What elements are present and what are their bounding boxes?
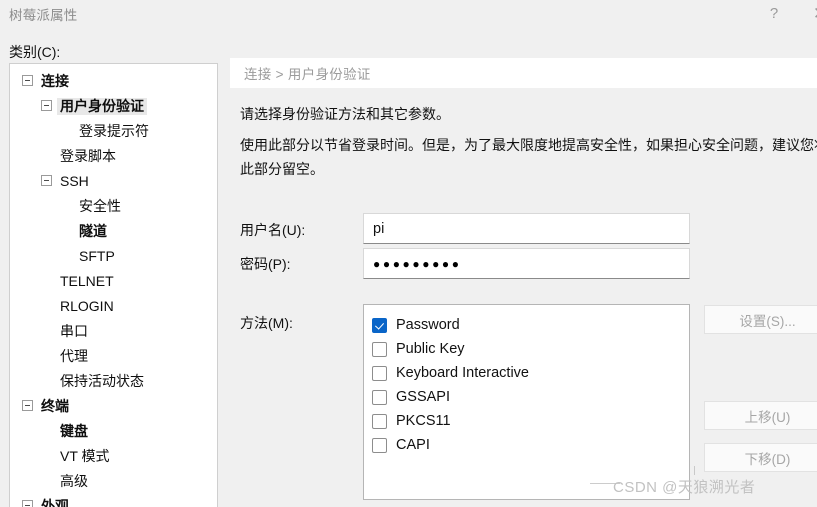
- tree-item-label: 连接: [41, 73, 69, 89]
- help-icon[interactable]: ?: [751, 0, 797, 26]
- category-tree-panel[interactable]: 连接用户身份验证登录提示符登录脚本 SSH 安全性隧道 SFTP TELNET RLOGI…: [9, 63, 218, 507]
- tree-item-label: 键盘: [60, 423, 88, 439]
- tree-item-5[interactable]: 安全性: [10, 194, 217, 219]
- tree-item-3[interactable]: 登录脚本: [10, 144, 217, 169]
- tree-item-label: 隧道: [79, 223, 107, 239]
- tree-expander-minus-icon[interactable]: [22, 400, 33, 411]
- checkbox-unchecked-icon[interactable]: [372, 341, 387, 357]
- username-label: 用户名(U):: [240, 222, 306, 238]
- tree-item-6[interactable]: 隧道: [10, 219, 217, 244]
- tree-item-label: 登录提示符: [79, 123, 149, 139]
- method-item-5[interactable]: CAPI: [372, 433, 689, 457]
- tree-expander-minus-icon[interactable]: [22, 500, 33, 507]
- tree-item-13[interactable]: 终端: [10, 394, 217, 419]
- breadcrumb-text: 连接 > 用户身份验证: [244, 67, 371, 82]
- tree-item-label: 安全性: [79, 198, 121, 214]
- method-item-3[interactable]: GSSAPI: [372, 385, 689, 409]
- tree-item-7[interactable]: SFTP: [10, 244, 217, 269]
- tree-item-label: TELNET: [60, 273, 114, 289]
- method-item-0[interactable]: Password: [372, 313, 689, 337]
- method-item-label: Password: [396, 317, 460, 333]
- method-item-label: Keyboard Interactive: [396, 365, 529, 381]
- window-controls: ? ✕: [751, 0, 817, 27]
- breadcrumb: 连接 > 用户身份验证: [230, 58, 817, 88]
- intro-line-1: 请选择身份验证方法和其它参数。: [240, 106, 450, 122]
- watermark: CSDN @天狼溯光者: [613, 479, 756, 496]
- tree-item-label: 终端: [41, 398, 69, 414]
- tree-item-9[interactable]: RLOGIN: [10, 294, 217, 319]
- tree-expander-minus-icon[interactable]: [41, 175, 52, 186]
- method-item-label: CAPI: [396, 437, 430, 453]
- method-label: 方法(M):: [240, 315, 293, 331]
- tree-item-label: 代理: [60, 348, 88, 364]
- tree-item-4[interactable]: SSH: [10, 169, 217, 194]
- tree-item-label: 串口: [60, 323, 88, 339]
- window-title: 树莓派属性: [9, 8, 78, 23]
- tree-expander-minus-icon[interactable]: [41, 100, 52, 111]
- method-item-label: PKCS11: [396, 413, 451, 429]
- settings-content: 连接 > 用户身份验证 请选择身份验证方法和其它参数。 使用此部分以节省登录时间…: [230, 58, 817, 507]
- method-item-label: Public Key: [396, 341, 465, 357]
- tree-expander-minus-icon[interactable]: [22, 75, 33, 86]
- tree-item-2[interactable]: 登录提示符: [10, 119, 217, 144]
- method-item-label: GSSAPI: [396, 389, 450, 405]
- tree-item-label: 用户身份验证: [57, 98, 147, 115]
- method-item-4[interactable]: PKCS11: [372, 409, 689, 433]
- tree-item-11[interactable]: 代理: [10, 344, 217, 369]
- checkbox-unchecked-icon[interactable]: [372, 413, 387, 429]
- tree-item-15[interactable]: VT 模式: [10, 444, 217, 469]
- tree-item-label: VT 模式: [60, 448, 110, 464]
- password-input[interactable]: ●●●●●●●●●: [363, 248, 690, 279]
- tree-item-17[interactable]: 外观: [10, 494, 217, 507]
- checkbox-unchecked-icon[interactable]: [372, 365, 387, 381]
- tree-item-16[interactable]: 高级: [10, 469, 217, 494]
- watermark-tick: [694, 466, 695, 475]
- tree-item-label: 登录脚本: [60, 148, 116, 164]
- tree-item-label: SSH: [60, 173, 89, 189]
- tree-item-label: SFTP: [79, 248, 115, 264]
- tree-item-0[interactable]: 连接: [10, 69, 217, 94]
- tree-item-label: RLOGIN: [60, 298, 114, 314]
- checkbox-checked-icon[interactable]: [372, 317, 387, 333]
- tree-item-label: 保持活动状态: [60, 373, 144, 389]
- move-up-button[interactable]: 上移(U): [704, 401, 817, 430]
- tree-item-14[interactable]: 键盘: [10, 419, 217, 444]
- tree-item-1[interactable]: 用户身份验证: [10, 94, 217, 119]
- method-item-2[interactable]: Keyboard Interactive: [372, 361, 689, 385]
- checkbox-unchecked-icon[interactable]: [372, 437, 387, 453]
- intro-line-2: 使用此部分以节省登录时间。但是，为了最大限度地提高安全性，如果担心安全问题，建议…: [240, 137, 817, 177]
- username-value: pi: [373, 220, 385, 237]
- checkbox-unchecked-icon[interactable]: [372, 389, 387, 405]
- tree-item-label: 外观: [41, 498, 69, 507]
- category-tree[interactable]: 连接用户身份验证登录提示符登录脚本 SSH 安全性隧道 SFTP TELNET RLOGI…: [10, 64, 217, 507]
- method-list[interactable]: Password Public Key Keyboard Interactive GS…: [363, 304, 690, 500]
- title-bar: 树莓派属性 ? ✕: [0, 0, 817, 27]
- password-value: ●●●●●●●●●: [373, 256, 462, 271]
- tree-item-10[interactable]: 串口: [10, 319, 217, 344]
- move-down-button[interactable]: 下移(D): [704, 443, 817, 472]
- password-label: 密码(P):: [240, 256, 291, 272]
- username-input[interactable]: pi: [363, 213, 690, 244]
- tree-item-12[interactable]: 保持活动状态: [10, 369, 217, 394]
- tree-item-8[interactable]: TELNET: [10, 269, 217, 294]
- tree-item-label: 高级: [60, 473, 88, 489]
- settings-button[interactable]: 设置(S)...: [704, 305, 817, 334]
- method-item-1[interactable]: Public Key: [372, 337, 689, 361]
- close-icon[interactable]: ✕: [797, 0, 817, 26]
- category-label: 类别(C):: [9, 44, 61, 60]
